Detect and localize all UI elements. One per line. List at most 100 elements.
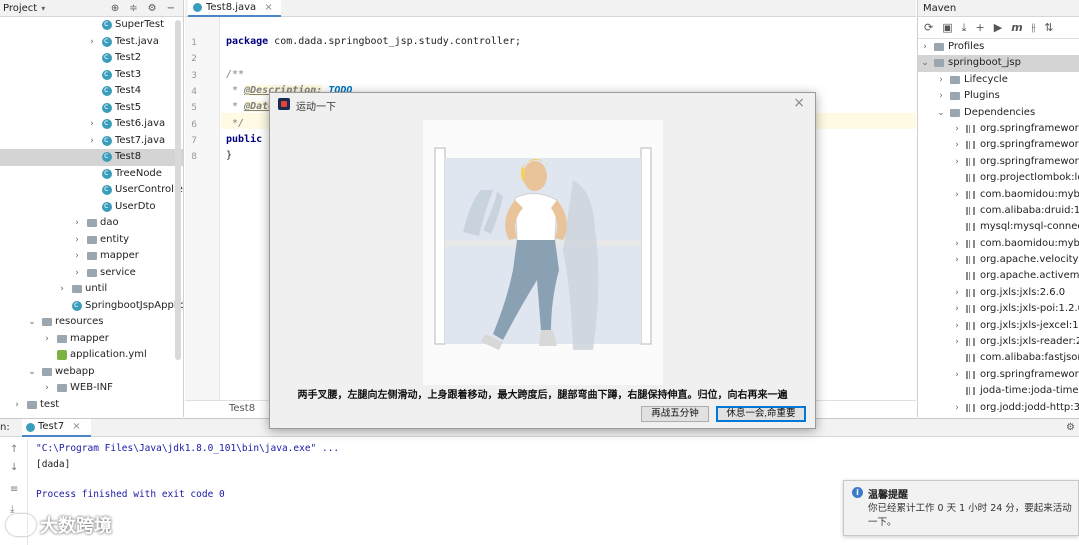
collapse-icon[interactable]: ≑ [129,3,137,14]
maven-tree-item[interactable]: › org.apache.velocity:vel [918,252,1079,268]
minimize-icon[interactable]: − [167,3,175,14]
maven-tree-item[interactable]: › org.springframework.b [918,367,1079,383]
chevron-down-icon[interactable]: ⌄ [937,105,945,121]
maven-tree-item[interactable]: org.apache.activemq:a [918,268,1079,284]
close-icon[interactable]: × [72,421,80,432]
maven-tree-item[interactable]: › org.jxls:jxls-reader:2.0.5 [918,334,1079,350]
project-tree-item[interactable]: Test5 [0,99,183,117]
code-line[interactable]: package com.dada.springboot_jsp.study.co… [226,36,521,47]
code-line[interactable]: */ [226,118,244,129]
project-tree-item[interactable]: Test3 [0,66,183,84]
code-line[interactable]: /** [226,69,244,80]
project-tree-item[interactable]: Test2 [0,49,183,67]
chevron-right-icon[interactable]: › [73,215,81,232]
project-tree-item[interactable]: › mapper [0,331,183,348]
maven-tree-item[interactable]: › org.jodd:jodd-http:3.7.1 [918,400,1079,416]
project-tree-item[interactable]: › Test7.java [0,132,183,150]
maven-tree-item[interactable]: › com.baomidou:mybati [918,187,1079,203]
close-button[interactable]: × [793,95,805,111]
chevron-right-icon[interactable]: › [953,187,961,203]
maven-tree-item[interactable]: ⌄ Dependencies [918,105,1079,121]
maven-tree-item[interactable]: › org.jxls:jxls-jexcel:1.0.8 [918,318,1079,334]
arrow-up-icon[interactable]: ↑ [10,444,18,455]
locate-icon[interactable]: ⊕ [111,3,119,14]
chevron-right-icon[interactable]: › [953,285,961,301]
project-tree-item[interactable]: › Test.java [0,33,183,51]
chevron-right-icon[interactable]: › [88,34,96,51]
project-tree-item[interactable]: Test8 [0,148,183,166]
chevron-right-icon[interactable]: › [953,318,961,334]
chevron-right-icon[interactable]: › [953,236,961,252]
gear-icon[interactable]: ⚙ [1066,422,1075,433]
project-tree-item[interactable]: ⌄ webapp [0,364,183,381]
reload-icon[interactable]: ⟳ [924,21,933,34]
arrow-down-icon[interactable]: ↓ [10,462,18,473]
maven-tree-item[interactable]: › org.springframework.b [918,154,1079,170]
code-line[interactable]: public c [226,134,274,145]
chevron-right-icon[interactable]: › [953,334,961,350]
project-tree-item[interactable]: UserDto [0,198,183,216]
project-tree-item[interactable]: ⌄ resources [0,314,183,331]
chevron-right-icon[interactable]: › [937,88,945,104]
chevron-right-icon[interactable]: › [43,380,51,397]
generate-sources-icon[interactable]: ▣ [942,21,952,34]
project-tree-item[interactable]: Test4 [0,82,183,100]
chevron-down-icon[interactable]: ⌄ [28,364,36,381]
project-tree-item[interactable]: › Test6.java [0,115,183,133]
project-view-dropdown[interactable]: Project [3,3,37,14]
gear-icon[interactable]: ⚙ [148,3,157,14]
add-icon[interactable]: + [976,21,985,34]
project-tree-item[interactable]: SpringbootJspApplica [0,297,183,315]
maven-tree-item[interactable]: › org.springframework.b [918,121,1079,137]
chevron-right-icon[interactable]: › [953,400,961,416]
maven-tree-item[interactable]: joda-time:joda-time:2.9 [918,383,1079,399]
project-tree-item[interactable]: › mapper [0,248,183,265]
chevron-right-icon[interactable]: › [953,154,961,170]
project-tree-item[interactable]: SuperTest [0,16,183,34]
chevron-down-icon[interactable]: ▾ [41,4,45,13]
code-line[interactable]: } [226,150,232,161]
chevron-right-icon[interactable]: › [58,281,66,298]
maven-tree-item[interactable]: org.projectlombok:lom [918,170,1079,186]
maven-tree-item[interactable]: › Plugins [918,88,1079,104]
take-rest-button[interactable]: 休息一会,命重要 [716,406,806,422]
project-tree-item[interactable]: application.yml [0,347,183,364]
run-tab-test7[interactable]: Test7 × [22,419,91,437]
chevron-right-icon[interactable]: › [953,252,961,268]
maven-goal-icon[interactable]: m [1011,21,1022,34]
project-tree-item[interactable]: › service [0,265,183,282]
maven-tree-item[interactable]: ⌄ springboot_jsp [918,55,1079,72]
collapse-icon[interactable]: ⇅ [1044,21,1053,34]
chevron-right-icon[interactable]: › [73,232,81,249]
maven-tree-item[interactable]: com.alibaba:druid:1.1.6 [918,203,1079,219]
project-tree-item[interactable]: › test [0,397,183,414]
project-tree-item[interactable]: › dao [0,215,183,232]
chevron-right-icon[interactable]: › [43,331,51,348]
chevron-right-icon[interactable]: › [953,121,961,137]
maven-tree-item[interactable]: mysql:mysql-connecto [918,219,1079,235]
download-icon[interactable]: ⤓ [962,21,967,35]
chevron-right-icon[interactable]: › [73,265,81,282]
wrap-icon[interactable]: ≡ [10,484,18,495]
toggle-offline-icon[interactable]: ⫲ [1032,21,1036,35]
project-tree-item[interactable]: UserController [0,181,183,199]
maven-tree-item[interactable]: › org.jxls:jxls:2.6.0 [918,285,1079,301]
chevron-right-icon[interactable]: › [921,39,929,55]
project-tree-item[interactable]: › until [0,281,183,298]
maven-tree-item[interactable]: › Profiles [918,39,1079,55]
run-icon[interactable]: ▶ [994,21,1002,34]
chevron-right-icon[interactable]: › [953,301,961,317]
chevron-down-icon[interactable]: ⌄ [921,55,929,71]
chevron-right-icon[interactable]: › [937,72,945,88]
breadcrumb-label[interactable]: Test8 [229,403,255,414]
maven-tree-item[interactable]: › com.baomidou:mybati [918,236,1079,252]
notification-popup[interactable]: i 温馨提醒 你已经累计工作 0 天 1 小时 24 分，要起来活动一下。 [843,480,1079,536]
project-tree-item[interactable]: TreeNode [0,165,183,183]
project-scrollbar[interactable] [175,20,181,360]
maven-tree-item[interactable]: › org.springframework.b [918,137,1079,153]
maven-tree-item[interactable]: com.alibaba:fastjson:1. [918,350,1079,366]
project-tree-item[interactable]: › entity [0,232,183,249]
chevron-right-icon[interactable]: › [88,133,96,150]
continue-working-button[interactable]: 再战五分钟 [641,406,709,422]
chevron-right-icon[interactable]: › [73,248,81,265]
